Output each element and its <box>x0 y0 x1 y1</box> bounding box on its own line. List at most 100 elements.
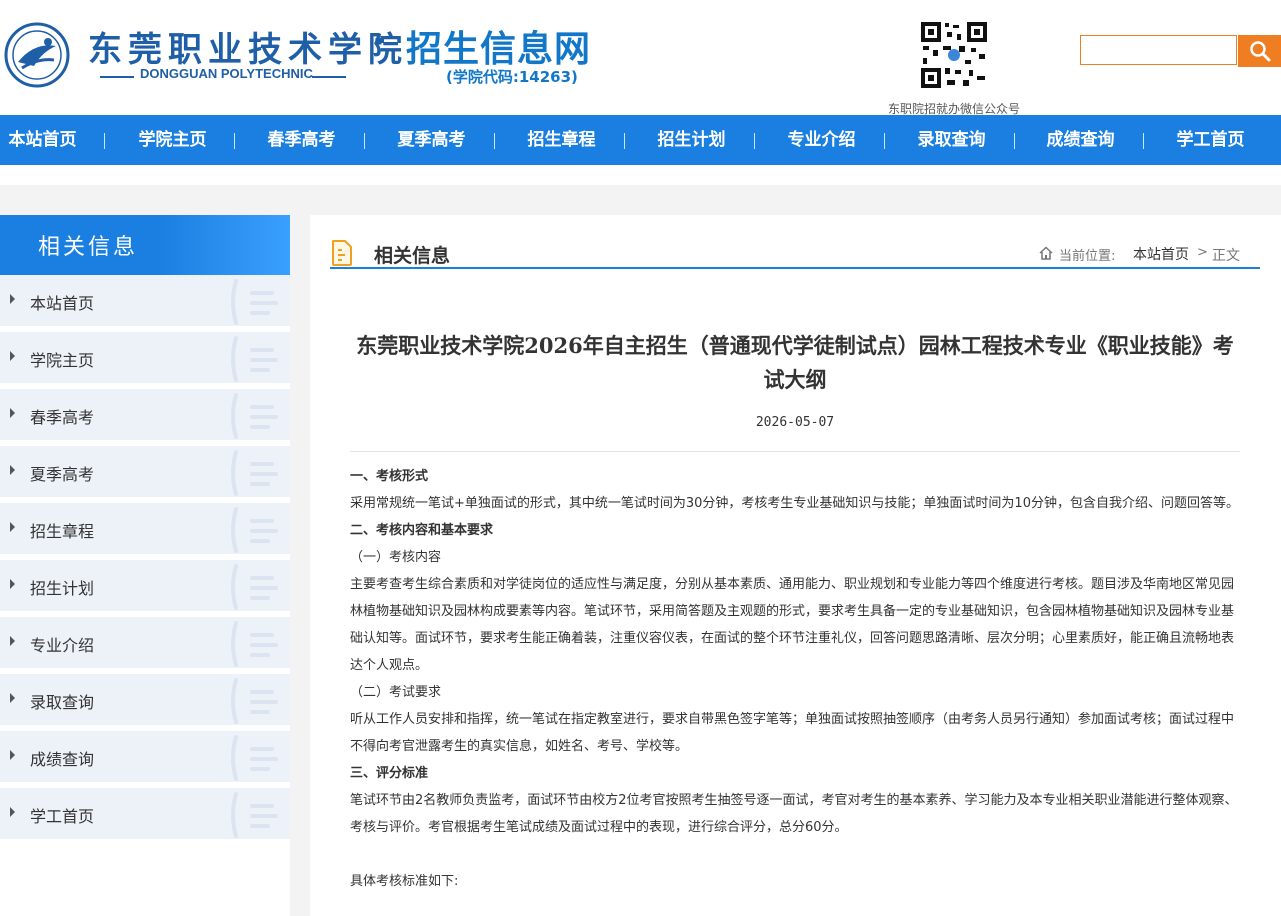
arrow-right-icon <box>10 465 15 475</box>
section-divider <box>330 267 1260 269</box>
sidebar-item-score-query[interactable]: 成绩查询 <box>0 731 290 782</box>
decorative-pattern <box>231 621 278 667</box>
sidebar-item-label: 招生章程 <box>30 522 95 541</box>
main-content: 相关信息 当前位置: 本站首页 > 正文 东莞职业技术学院2026年自主招生（普… <box>310 215 1281 916</box>
arrow-right-icon <box>10 408 15 418</box>
decorative-pattern <box>231 279 278 325</box>
sidebar: 相关信息 本站首页学院主页春季高考夏季高考招生章程招生计划专业介绍录取查询成绩查… <box>0 215 290 916</box>
nav-item-score-query[interactable]: 成绩查询 <box>1038 115 1123 165</box>
decorative-pattern <box>231 792 278 838</box>
header-spacer <box>0 165 1281 185</box>
article-date: 2026-05-07 <box>755 415 835 430</box>
article-heading: 二、考核内容和基本要求 <box>350 523 494 538</box>
sidebar-title: 相关信息 <box>38 235 139 260</box>
article-paragraph: （一）考核内容 <box>350 550 442 565</box>
search-button[interactable] <box>1238 35 1281 67</box>
article-paragraph: 采用常规统一笔试+单独面试的形式，其中统一笔试时间为30分钟，考核考生专业基础知… <box>350 496 1239 511</box>
sidebar-item-label: 学工首页 <box>30 807 95 826</box>
school-name-en-block: DONGGUAN POLYTECHNIC <box>100 66 348 86</box>
nav-divider <box>494 133 495 149</box>
sidebar-item-student-affairs[interactable]: 学工首页 <box>0 788 290 839</box>
nav-divider <box>1014 133 1015 149</box>
decorative-pattern <box>231 393 278 439</box>
sidebar-item-label: 春季高考 <box>30 408 95 427</box>
sidebar-item-label: 招生计划 <box>30 579 95 598</box>
article-paragraph: 笔试环节由2名教师负责监考，面试环节由校方2位考官按照考生抽签号逐一面试，考官对… <box>350 793 1238 835</box>
sidebar-item-charter[interactable]: 招生章程 <box>0 503 290 554</box>
decorative-pattern <box>231 507 278 553</box>
article-heading: 三、评分标准 <box>350 766 429 781</box>
nav-item-home[interactable]: 本站首页 <box>0 115 85 165</box>
decorative-pattern <box>231 678 278 724</box>
article-paragraph: 听从工作人员安排和指挥，统一笔试在指定教室进行，要求自带黑色签字笔等；单独面试按… <box>350 712 1235 754</box>
school-name-en: DONGGUAN POLYTECHNIC <box>140 66 313 81</box>
sidebar-item-plan[interactable]: 招生计划 <box>0 560 290 611</box>
arrow-right-icon <box>10 294 15 304</box>
article-divider <box>350 451 1240 452</box>
qr-code-icon <box>919 20 989 90</box>
nav-item-student-affairs[interactable]: 学工首页 <box>1168 115 1253 165</box>
sidebar-header: 相关信息 <box>0 215 290 275</box>
nav-item-majors[interactable]: 专业介绍 <box>779 115 864 165</box>
nav-item-spring-exam[interactable]: 春季高考 <box>259 115 344 165</box>
search-input[interactable] <box>1080 35 1237 65</box>
article-heading: 一、考核形式 <box>350 469 429 484</box>
breadcrumb-prefix: 当前位置: <box>1059 249 1116 264</box>
sidebar-item-summer-exam[interactable]: 夏季高考 <box>0 446 290 497</box>
decorative-pattern <box>231 564 278 610</box>
school-name-cn: 东莞职业技术学院 <box>88 30 408 70</box>
decorative-pattern <box>231 735 278 781</box>
nav-divider <box>1143 133 1144 149</box>
school-emblem-icon[interactable] <box>4 22 70 88</box>
arrow-right-icon <box>10 522 15 532</box>
article-paragraph: 具体考核标准如下: <box>350 874 459 889</box>
article-paragraph: （二）考试要求 <box>350 685 442 700</box>
arrow-right-icon <box>10 750 15 760</box>
nav-divider <box>104 133 105 149</box>
nav-divider <box>884 133 885 149</box>
nav-item-admission-query[interactable]: 录取查询 <box>909 115 994 165</box>
sidebar-item-college[interactable]: 学院主页 <box>0 332 290 383</box>
nav-item-college[interactable]: 学院主页 <box>130 115 215 165</box>
sidebar-item-home[interactable]: 本站首页 <box>0 275 290 326</box>
sidebar-item-admission-query[interactable]: 录取查询 <box>0 674 290 725</box>
nav-item-plan[interactable]: 招生计划 <box>649 115 734 165</box>
article-paragraph <box>350 841 1240 868</box>
arrow-right-icon <box>10 807 15 817</box>
sidebar-item-majors[interactable]: 专业介绍 <box>0 617 290 668</box>
main-nav: 本站首页 学院主页 春季高考 夏季高考 招生章程 招生计划 专业介绍 录取查询 … <box>0 115 1281 165</box>
sidebar-item-spring-exam[interactable]: 春季高考 <box>0 389 290 440</box>
arrow-right-icon <box>10 351 15 361</box>
sidebar-item-label: 学院主页 <box>30 351 95 370</box>
title-dot: · <box>372 22 385 62</box>
school-code: (学院代码:14263) <box>446 68 578 86</box>
decorative-pattern <box>231 450 278 496</box>
breadcrumb-separator: > <box>1197 245 1208 260</box>
arrow-right-icon <box>10 579 15 589</box>
nav-item-summer-exam[interactable]: 夏季高考 <box>389 115 474 165</box>
nav-divider <box>624 133 625 149</box>
article-title: 东莞职业技术学院2026年自主招生（普通现代学徒制试点）园林工程技术专业《职业技… <box>356 333 1234 392</box>
breadcrumb-current: 正文 <box>1212 248 1240 264</box>
home-icon <box>1039 246 1053 260</box>
nav-item-charter[interactable]: 招生章程 <box>519 115 604 165</box>
section-title: 相关信息 <box>374 245 451 267</box>
arrow-right-icon <box>10 693 15 703</box>
article-body: 一、考核形式采用常规统一笔试+单独面试的形式，其中统一笔试时间为30分钟，考核考… <box>350 463 1240 895</box>
nav-divider <box>234 133 235 149</box>
article-paragraph: 主要考查考生综合素质和对学徒岗位的适应性与满足度，分别从基本素质、通用能力、职业… <box>350 577 1235 673</box>
search-icon <box>1249 41 1270 62</box>
sidebar-item-label: 录取查询 <box>30 693 95 712</box>
site-header: 东莞职业技术学院 DONGGUAN POLYTECHNIC · 招生信息网 (学… <box>0 0 1281 116</box>
sidebar-item-label: 本站首页 <box>30 294 95 313</box>
sidebar-item-label: 夏季高考 <box>30 465 95 484</box>
nav-divider <box>364 133 365 149</box>
site-title: 招生信息网 <box>406 29 592 70</box>
arrow-right-icon <box>10 636 15 646</box>
nav-divider <box>754 133 755 149</box>
sidebar-item-label: 专业介绍 <box>30 636 95 655</box>
decorative-pattern <box>231 336 278 382</box>
document-icon <box>332 240 352 266</box>
sidebar-item-label: 成绩查询 <box>30 750 95 769</box>
breadcrumb-home-link[interactable]: 本站首页 <box>1133 244 1189 264</box>
